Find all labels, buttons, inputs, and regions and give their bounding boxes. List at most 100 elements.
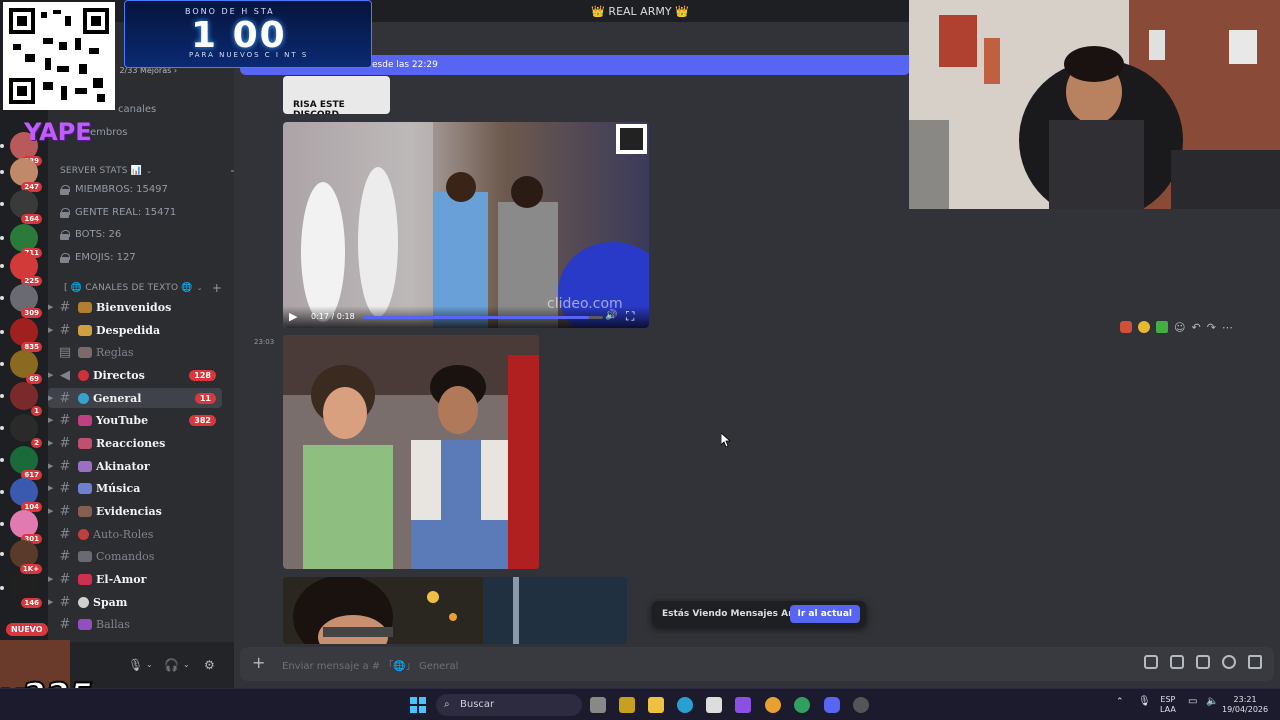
hash-icon: #	[59, 616, 71, 632]
yape-logo: YAPE	[24, 118, 92, 146]
server-icon[interactable]: 1	[0, 382, 42, 416]
chevron-up-icon[interactable]: ⌃	[1116, 697, 1124, 707]
server-title: 👑 REAL ARMY 👑	[591, 4, 689, 18]
members-link[interactable]: embros	[90, 127, 127, 138]
microphone-icon[interactable]: 🎙	[1138, 697, 1151, 707]
qr-code-image	[3, 2, 115, 110]
add-reaction-icon[interactable]: ☺	[1174, 321, 1185, 334]
sticker-image[interactable]: RISA ESTE DISCORD	[283, 76, 390, 114]
sticker-icon[interactable]	[1196, 655, 1210, 669]
microphone-icon[interactable]: 🎙	[128, 658, 143, 672]
channel-general[interactable]: ▶ # General 11	[48, 388, 222, 408]
stat-bots: BOTS: 26	[60, 229, 121, 240]
add-attachment-icon[interactable]: +	[252, 653, 265, 672]
channel-akinator[interactable]: ▶ # Akinator	[48, 456, 222, 476]
channel-musica[interactable]: ▶ # Música	[48, 478, 222, 498]
hash-icon: #	[59, 299, 71, 315]
stat-members: MIEMBROS: 15497	[60, 184, 168, 195]
video-controls: ▶ 0:17 / 0:18 🔊 ⛶	[283, 306, 649, 328]
video-seekbar[interactable]	[363, 316, 603, 319]
emoji-icon[interactable]	[1222, 655, 1236, 669]
channel-reacciones[interactable]: ▶ # Reacciones	[48, 433, 222, 453]
file-explorer-icon[interactable]	[648, 697, 664, 713]
more-options-icon[interactable]: ⋯	[1222, 321, 1233, 334]
app-icon[interactable]	[735, 697, 751, 713]
fullscreen-icon[interactable]: ⛶	[626, 309, 634, 324]
lock-icon	[60, 207, 70, 218]
taskbar-search[interactable]: ⌕ Buscar	[436, 694, 582, 716]
app-icon[interactable]	[619, 697, 635, 713]
reply-icon[interactable]: ↶	[1191, 321, 1200, 334]
app-icon[interactable]	[706, 697, 722, 713]
gift-icon[interactable]	[1144, 655, 1158, 669]
channel-despedida[interactable]: ▶ # Despedida	[48, 320, 222, 340]
rules-icon: ▤	[58, 344, 72, 360]
streamer-camera-image	[909, 0, 1280, 209]
task-view-icon[interactable]	[590, 697, 606, 713]
add-channel-icon[interactable]: +	[212, 281, 222, 295]
hash-icon: #	[59, 503, 71, 519]
channel-bienvenidos[interactable]: ▶ # Bienvenidos	[48, 297, 222, 317]
language-indicator[interactable]: ESP LAA	[1160, 695, 1176, 715]
lock-icon	[60, 229, 70, 240]
channel-ballas[interactable]: # Ballas	[48, 614, 222, 634]
server-icon[interactable]: 301	[0, 510, 42, 544]
taskbar: ⌕ Buscar ⌃ 🎙 ESP LAA ▭ 🔈 23:21 19/04/202…	[0, 688, 1280, 720]
channel-el-amor[interactable]: ▶ # El-Amor	[48, 569, 222, 589]
category-text-channels[interactable]: [ 🌐 CANALES DE TEXTO 🌐 ⌄ +	[64, 281, 222, 295]
channel-directos[interactable]: ▶ ◀ Directos 128	[48, 365, 222, 385]
channel-spam[interactable]: ▶ # Spam	[48, 592, 222, 612]
chevron-down-icon[interactable]: ⌄	[183, 660, 190, 669]
attachment-image[interactable]	[283, 335, 539, 569]
gear-icon[interactable]: ⚙	[204, 658, 215, 672]
message-input[interactable]: Enviar mensaje a # 「🌐」 General	[282, 657, 458, 672]
server-icon[interactable]: 225	[0, 252, 42, 286]
windows-start-icon[interactable]	[410, 697, 426, 713]
headphones-icon[interactable]: 🎧	[164, 658, 179, 672]
browse-channels-link[interactable]: canales	[118, 104, 156, 115]
server-icon[interactable]: 617	[0, 446, 42, 480]
attachment-image[interactable]	[283, 577, 627, 644]
volume-icon[interactable]: 🔈	[1206, 697, 1218, 707]
app-icon[interactable]	[794, 697, 810, 713]
server-icon[interactable]: 146	[0, 574, 42, 608]
message-actions-toolbar: ☺ ↶ ↷ ⋯	[1120, 318, 1233, 336]
server-icon[interactable]: 247	[0, 158, 42, 192]
discord-icon[interactable]	[824, 697, 840, 713]
forward-icon[interactable]: ↷	[1207, 321, 1216, 334]
play-icon[interactable]: ▶	[289, 310, 297, 323]
reaction-check-icon[interactable]	[1156, 321, 1168, 333]
server-icon[interactable]: 69	[0, 350, 42, 384]
photo-image	[283, 335, 539, 569]
server-icon[interactable]: 164	[0, 190, 42, 224]
edge-icon[interactable]	[677, 697, 693, 713]
network-icon[interactable]: ▭	[1188, 697, 1197, 707]
channel-auto-roles[interactable]: # Auto-Roles	[48, 524, 222, 544]
webcam-overlay	[909, 0, 1280, 209]
channel-youtube[interactable]: ▶ # YouTube 382	[48, 410, 222, 430]
search-icon: ⌕	[444, 699, 450, 710]
message-timestamp: 23:03	[254, 338, 275, 346]
chrome-icon[interactable]	[765, 697, 781, 713]
gif-icon[interactable]	[1170, 655, 1184, 669]
channel-reglas[interactable]: ▤ Reglas	[48, 342, 222, 362]
category-server-stats[interactable]: SERVER STATS 📊 ⌄ +	[60, 164, 240, 178]
jump-to-present-button[interactable]: Ir al actual	[789, 605, 860, 623]
reaction-emoji-icon[interactable]	[1138, 321, 1150, 333]
server-icon[interactable]: 711	[0, 224, 42, 258]
channel-evidencias[interactable]: ▶ # Evidencias	[48, 501, 222, 521]
server-icon[interactable]: 1K+	[0, 540, 42, 574]
channel-comandos[interactable]: # Comandos	[48, 546, 222, 566]
stat-real-people: GENTE REAL: 15471	[60, 207, 176, 218]
chevron-down-icon[interactable]: ⌄	[146, 660, 153, 669]
volume-icon[interactable]: 🔊	[605, 310, 617, 321]
server-icon[interactable]: 835	[0, 318, 42, 352]
apps-icon[interactable]	[1248, 655, 1262, 669]
server-icon[interactable]: 2	[0, 414, 42, 448]
reaction-emoji-icon[interactable]	[1120, 321, 1132, 333]
clock[interactable]: 23:21 19/04/2026	[1222, 695, 1268, 715]
server-icon[interactable]: 104	[0, 478, 42, 512]
video-player[interactable]: clideo.com ▶ 0:17 / 0:18 🔊 ⛶	[283, 122, 649, 328]
app-icon[interactable]	[853, 697, 869, 713]
server-icon[interactable]: 309	[0, 284, 42, 318]
